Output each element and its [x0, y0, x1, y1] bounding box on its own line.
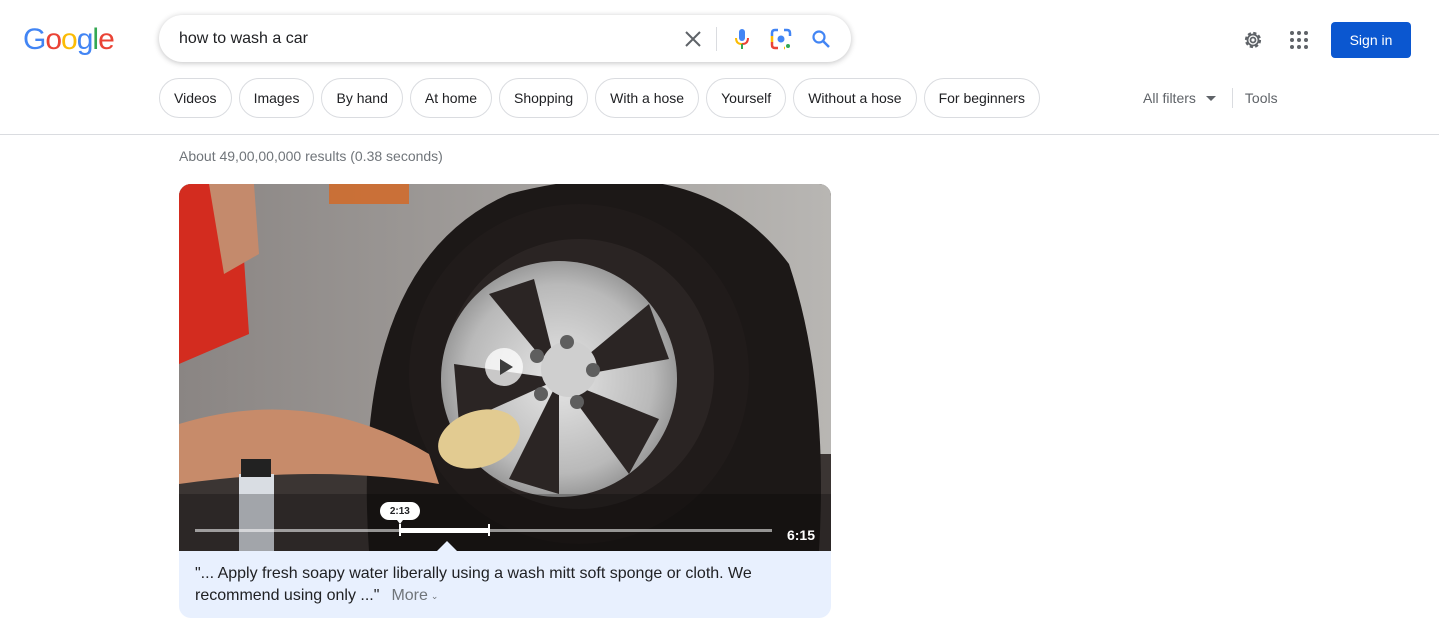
video-snippet: "... Apply fresh soapy water liberally u… — [179, 551, 831, 618]
chip-videos[interactable]: Videos — [159, 78, 232, 118]
close-icon[interactable] — [681, 27, 705, 51]
result-stats: About 49,00,00,000 results (0.38 seconds… — [179, 148, 443, 164]
search-box — [159, 15, 851, 62]
video-progress-track[interactable] — [195, 524, 772, 536]
filters-bar: All filters Tools — [1143, 88, 1278, 108]
header: Google how to wash a car Sign in Videos … — [0, 0, 1439, 135]
tools-button[interactable]: Tools — [1245, 90, 1278, 106]
chevron-down-icon: ⌄ — [430, 591, 439, 601]
chip-shopping[interactable]: Shopping — [499, 78, 589, 118]
chip-images[interactable]: Images — [238, 78, 315, 118]
video-duration: 6:15 — [786, 527, 815, 543]
more-button[interactable]: More ⌄ — [391, 587, 438, 604]
logo-letter: g — [76, 23, 94, 56]
all-filters-button[interactable]: All filters — [1143, 90, 1216, 106]
snippet-text: "... Apply fresh soapy water liberally u… — [195, 565, 752, 605]
more-label: More — [391, 587, 428, 605]
apps-grid-icon[interactable] — [1287, 28, 1311, 52]
play-button[interactable] — [485, 348, 523, 386]
play-icon — [499, 359, 513, 375]
sign-in-button[interactable]: Sign in — [1331, 22, 1411, 58]
chip-at-home[interactable]: At home — [409, 78, 492, 118]
logo-letter: e — [98, 23, 115, 56]
all-filters-label: All filters — [1143, 90, 1196, 106]
chip-by-hand[interactable]: By hand — [321, 78, 403, 118]
caption-pointer — [437, 541, 457, 551]
logo-letter: o — [61, 23, 78, 56]
segment-start-tick — [398, 524, 401, 536]
chip-with-a-hose[interactable]: With a hose — [595, 78, 700, 118]
gear-icon[interactable] — [1241, 28, 1265, 52]
segment-end-tick — [488, 524, 491, 536]
filter-chips: Videos Images By hand At home Shopping W… — [159, 78, 1040, 118]
logo-letter: o — [45, 23, 62, 56]
video-player[interactable]: 2:13 6:15 — [179, 184, 831, 551]
logo-letter: G — [23, 23, 46, 56]
key-moment-segment — [399, 528, 490, 533]
search-divider — [716, 27, 717, 51]
chip-yourself[interactable]: Yourself — [706, 78, 787, 118]
search-input[interactable] — [179, 15, 659, 62]
caret-down-icon — [1205, 95, 1216, 101]
microphone-icon[interactable] — [730, 27, 754, 51]
chip-without-a-hose[interactable]: Without a hose — [793, 78, 917, 118]
chip-for-beginners[interactable]: For beginners — [923, 78, 1040, 118]
google-lens-icon[interactable] — [769, 27, 793, 51]
filters-divider — [1231, 88, 1233, 108]
search-icon[interactable] — [809, 27, 833, 51]
google-logo[interactable]: Google — [23, 22, 115, 58]
timestamp-bubble: 2:13 — [379, 502, 420, 524]
